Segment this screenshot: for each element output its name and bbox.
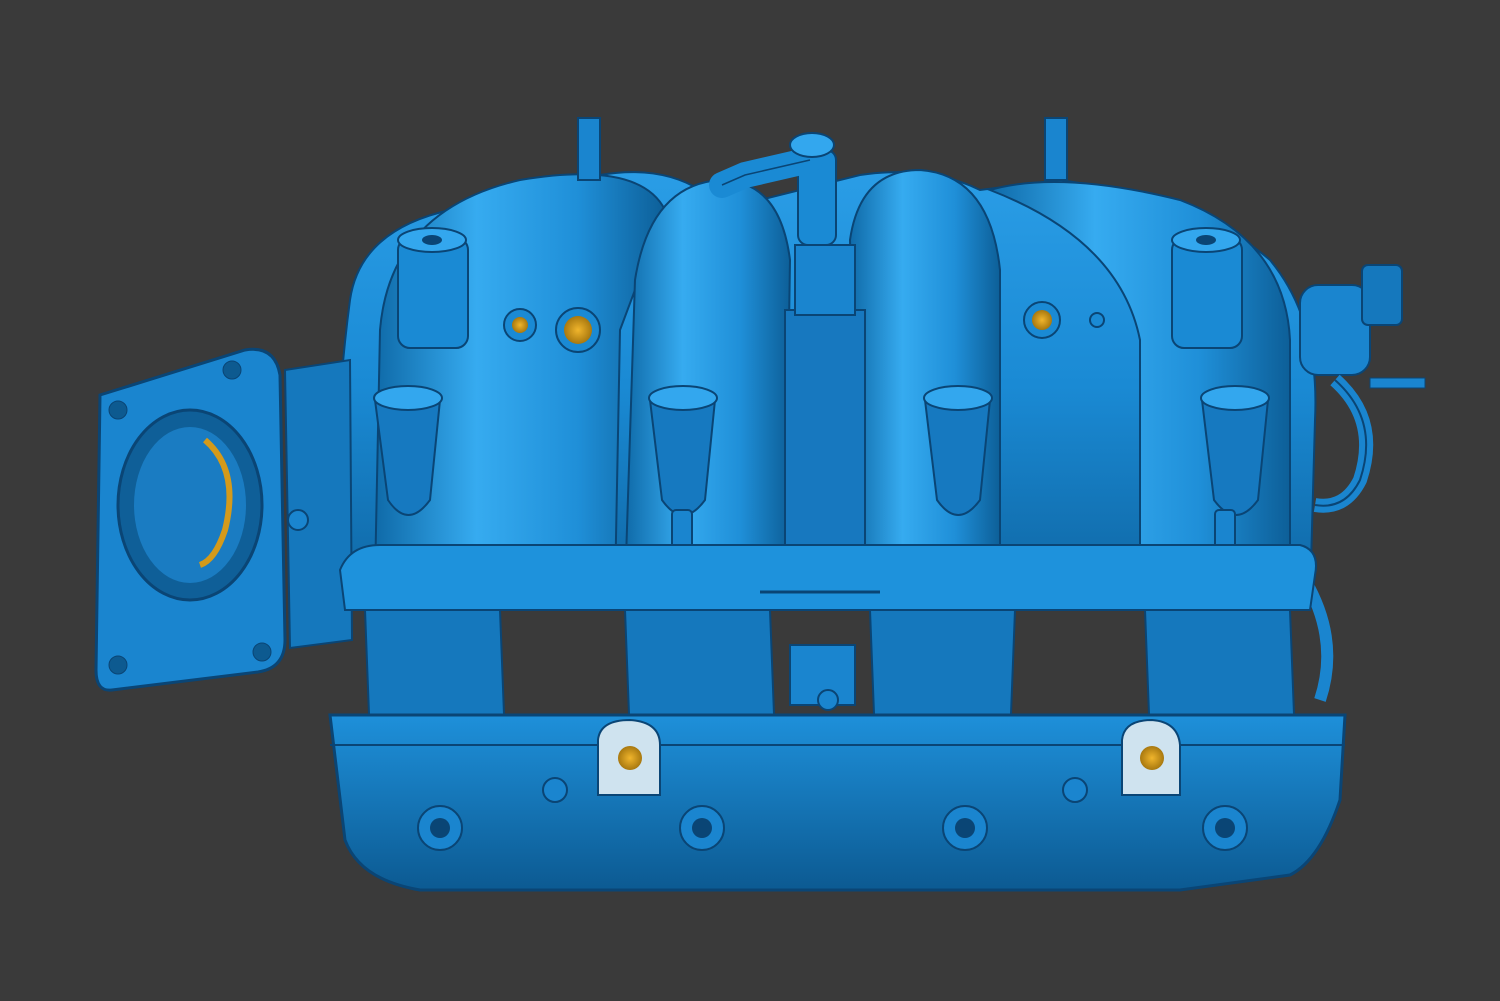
head-flange [328, 713, 1347, 892]
scan-viewport[interactable] [0, 0, 1500, 1001]
throttle-flange [94, 347, 354, 692]
bolt-tower-left [397, 227, 469, 349]
runner-3 [848, 168, 1001, 591]
manifold-scan [94, 117, 1426, 892]
runner-band [338, 544, 1317, 611]
top-bracket-right [1044, 117, 1068, 181]
mount-tab-right [1121, 718, 1181, 796]
runner-2 [623, 178, 792, 591]
right-actuator [1299, 264, 1426, 702]
bolt-tower-right [1171, 227, 1243, 349]
top-bracket-left [577, 117, 601, 181]
mount-tab-left [597, 718, 661, 796]
